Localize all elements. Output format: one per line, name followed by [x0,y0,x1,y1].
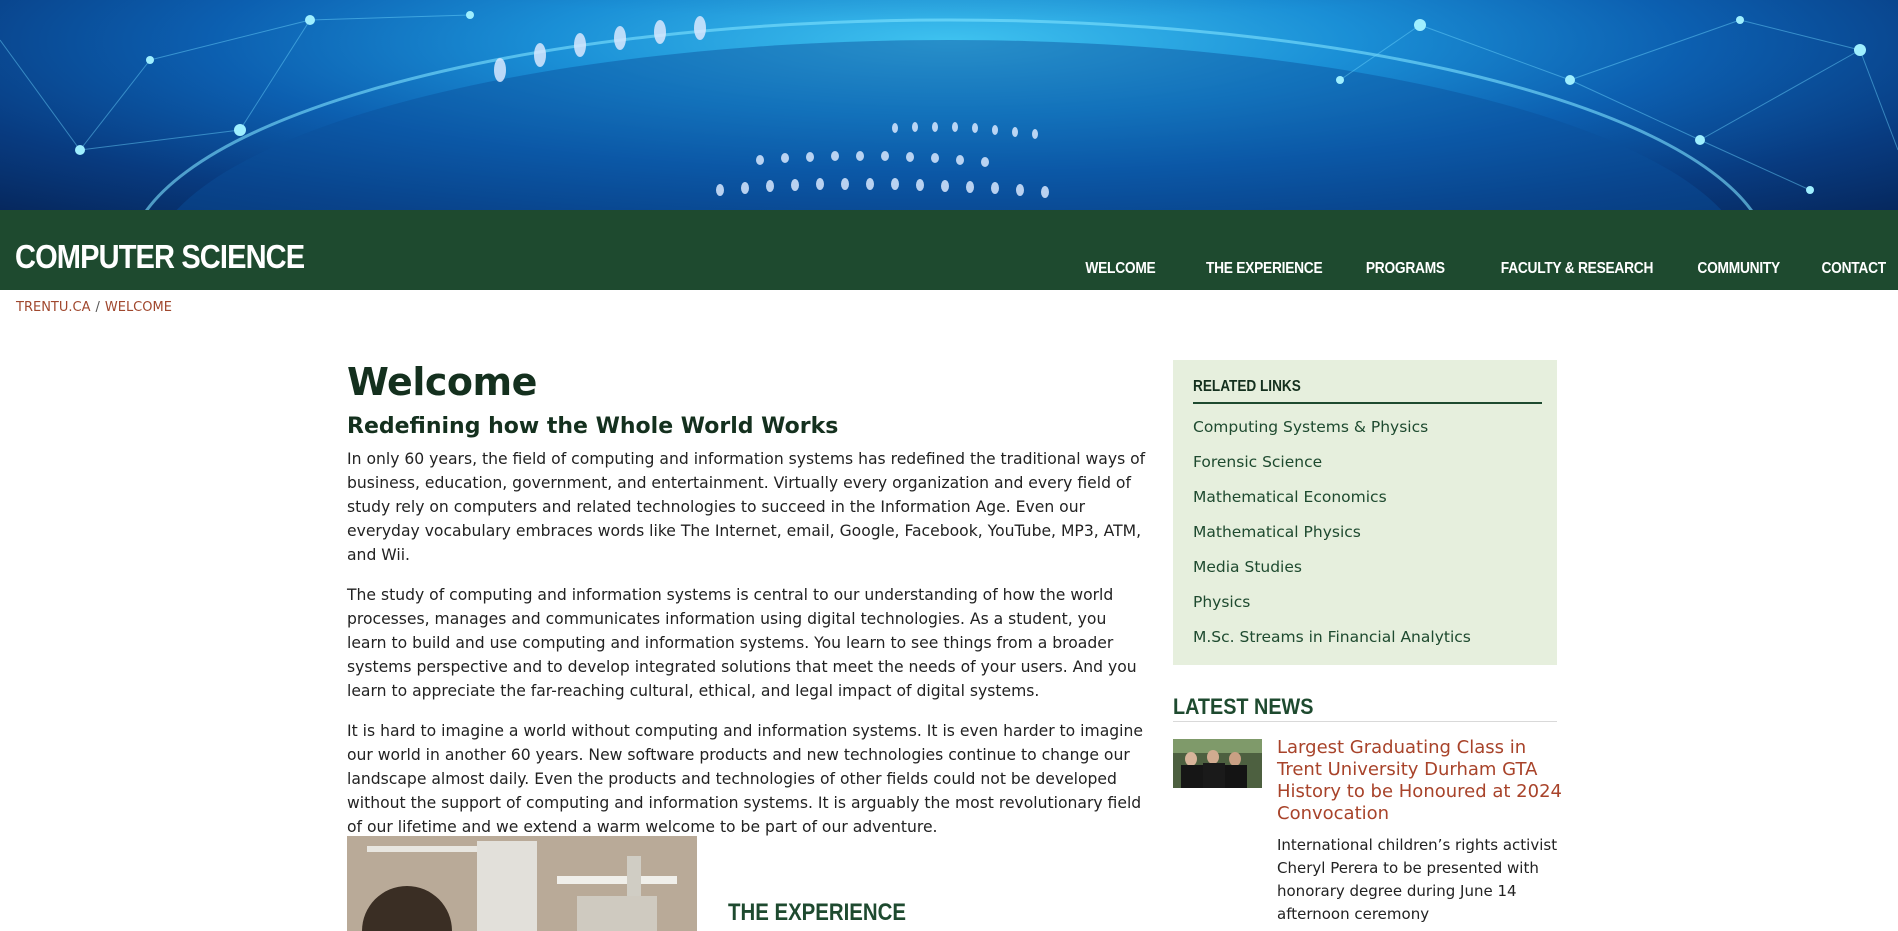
graduates-photo-graphic [1173,739,1262,788]
related-link-physics[interactable]: Physics [1193,593,1471,628]
news-headline-link[interactable]: Largest Graduating Class in Trent Univer… [1277,737,1562,825]
lab-photo-graphic [347,836,697,931]
related-links-list: Computing Systems & Physics Forensic Sci… [1193,418,1471,663]
site-title[interactable]: COMPUTER SCIENCE [15,238,305,276]
experience-photo[interactable] [347,836,697,931]
related-link-msc-financial-analytics[interactable]: M.Sc. Streams in Financial Analytics [1193,628,1471,663]
breadcrumb-separator: / [95,300,100,315]
breadcrumb-home-link[interactable]: TRENTU.CA [16,300,90,315]
site-header-bar: COMPUTER SCIENCE WELCOME THE EXPERIENCE … [0,210,1898,290]
news-summary: International children’s rights activist… [1277,836,1558,923]
related-links-panel: RELATED LINKS Computing Systems & Physic… [1173,360,1557,665]
nav-item-community[interactable]: COMMUNITY [1698,260,1781,286]
related-link-computing-systems-physics[interactable]: Computing Systems & Physics [1193,418,1471,453]
nav-item-the-experience[interactable]: THE EXPERIENCE [1206,260,1323,286]
related-link-mathematical-physics[interactable]: Mathematical Physics [1193,523,1471,558]
experience-heading[interactable]: THE EXPERIENCE [728,899,906,927]
related-link-forensic-science[interactable]: Forensic Science [1193,453,1471,488]
page-title: Welcome [347,360,537,404]
study-paragraph: The study of computing and information s… [347,586,1137,700]
breadcrumb: TRENTU.CA / WELCOME [16,300,172,315]
related-link-mathematical-economics[interactable]: Mathematical Economics [1193,488,1471,523]
main-content: Welcome Redefining how the Whole World W… [347,360,1147,855]
hero-network-graphic [0,0,1898,210]
intro-paragraph: In only 60 years, the field of computing… [347,450,1146,564]
news-thumbnail[interactable] [1173,739,1262,788]
nav-item-welcome[interactable]: WELCOME [1086,260,1156,286]
main-nav: WELCOME THE EXPERIENCE PROGRAMS FACULTY … [1043,260,1887,286]
nav-item-faculty-research[interactable]: FACULTY & RESEARCH [1501,260,1654,286]
hero-banner [0,0,1898,210]
nav-item-contact[interactable]: CONTACT [1822,260,1887,286]
page-subtitle: Redefining how the Whole World Works [347,414,839,439]
related-links-heading: RELATED LINKS [1193,378,1542,404]
related-link-media-studies[interactable]: Media Studies [1193,558,1471,593]
nav-item-programs[interactable]: PROGRAMS [1366,260,1445,286]
latest-news-heading: LATEST NEWS [1173,694,1557,722]
breadcrumb-current[interactable]: WELCOME [105,300,172,315]
future-paragraph: It is hard to imagine a world without co… [347,722,1143,836]
